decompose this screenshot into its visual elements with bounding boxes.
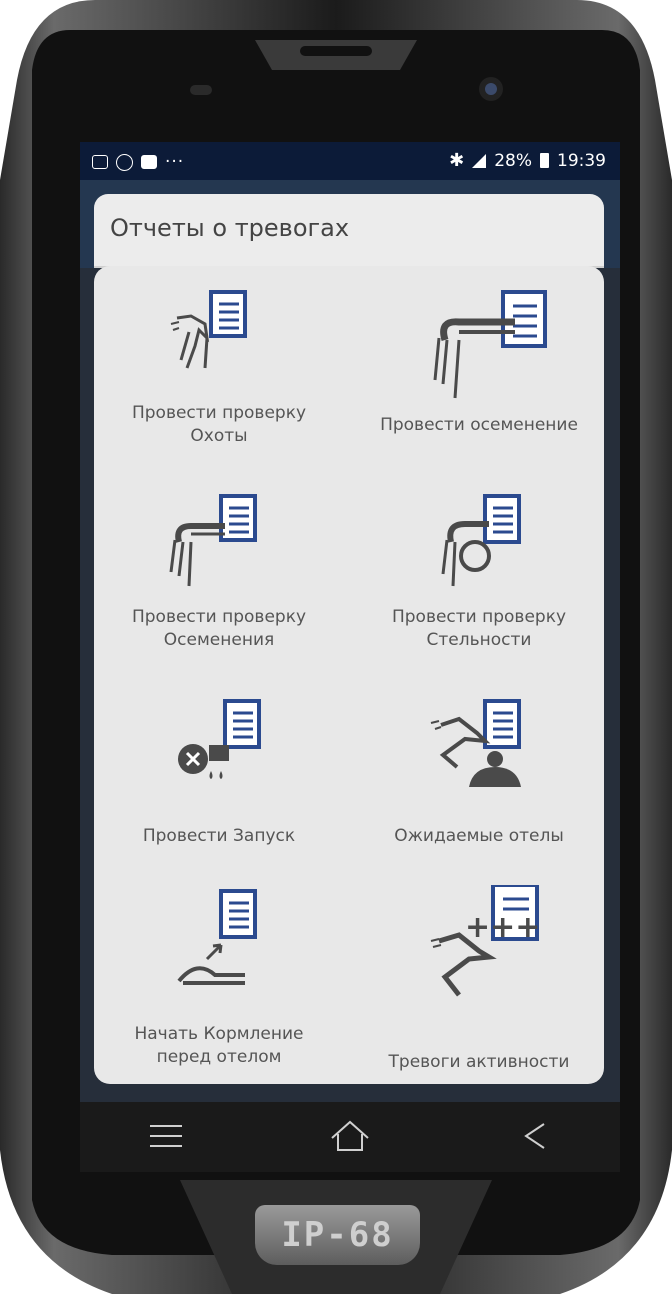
more-dots-icon: ··· — [165, 152, 185, 172]
menu-item-label: Провести проверку Осеменения — [131, 607, 307, 650]
alert-reports-header: Отчеты о тревогах — [94, 194, 604, 268]
menu-item-label: Провести Запуск — [142, 826, 296, 846]
signal-icon — [472, 153, 487, 168]
screen: ··· ✱ 28% 19:39 Отчеты о тревогах Провес… — [80, 142, 620, 1102]
action-menu-sheet: Провести проверку Охоты Провести осемене… — [94, 266, 604, 1084]
battery-icon — [540, 153, 549, 168]
heat-check-icon — [170, 290, 247, 369]
dry-off-icon — [178, 699, 261, 779]
eh-icon — [116, 153, 133, 171]
menu-item-label: Провести проверку Стельности — [391, 607, 567, 650]
navigation-bar — [80, 1102, 620, 1172]
menu-item-insemination[interactable]: Провести осеменение — [354, 266, 604, 471]
menu-item-label: Провести проверку Охоты — [131, 403, 307, 446]
phone-frame: ··· ✱ 28% 19:39 Отчеты о тревогах Провес… — [0, 0, 672, 1294]
youtube-icon — [141, 155, 157, 169]
ip68-badge: IP-68 — [255, 1205, 420, 1265]
menu-icon[interactable] — [142, 1116, 190, 1156]
menu-item-expected-calving[interactable]: Ожидаемые отелы — [354, 681, 604, 886]
menu-item-label: Начать Кормление перед отелом — [134, 1024, 304, 1067]
insemination-icon — [433, 290, 547, 399]
bluetooth-icon: ✱ — [449, 150, 465, 171]
clock: 19:39 — [557, 150, 606, 171]
menu-item-label: Тревоги активности — [388, 1052, 570, 1072]
menu-item-insemination-check[interactable]: Провести проверку Осеменения — [94, 476, 344, 681]
menu-item-label: Ожидаемые отелы — [394, 826, 564, 846]
pregnancy-check-icon — [441, 494, 521, 587]
menu-item-dry-off[interactable]: Провести Запуск — [94, 681, 344, 886]
insemination-check-icon — [169, 494, 257, 587]
back-icon[interactable] — [512, 1116, 560, 1156]
home-icon[interactable] — [326, 1116, 374, 1156]
battery-percent: 28% — [494, 150, 532, 171]
page-title: Отчеты о тревогах — [110, 214, 350, 242]
image-icon — [92, 155, 108, 169]
svg-text:+++: +++ — [465, 910, 540, 945]
expected-calving-icon — [430, 699, 521, 787]
activity-alerts-icon: +++ — [430, 885, 540, 997]
menu-item-activity-alerts[interactable]: +++ Тревоги активности — [354, 871, 604, 1076]
menu-item-label: Провести осеменение — [380, 415, 578, 435]
menu-item-pregnancy-check[interactable]: Провести проверку Стельности — [354, 476, 604, 681]
menu-item-pre-calving-feeding[interactable]: Начать Кормление перед отелом — [94, 871, 344, 1076]
status-bar: ··· ✱ 28% 19:39 — [80, 142, 620, 180]
pre-calving-feeding-icon — [177, 889, 257, 985]
menu-item-heat-check[interactable]: Провести проверку Охоты — [94, 266, 344, 471]
